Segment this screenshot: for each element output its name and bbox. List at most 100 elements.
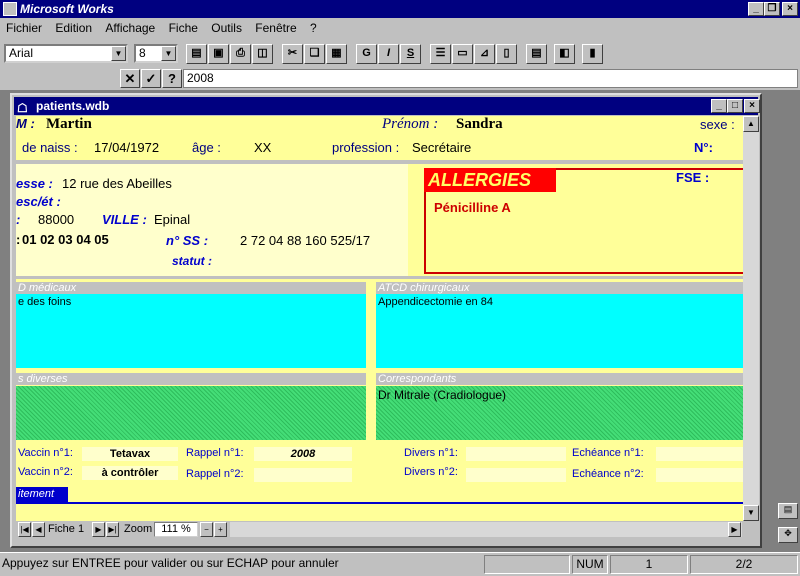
menu-fenetre[interactable]: Fenêtre: [255, 21, 296, 35]
chevron-down-icon[interactable]: ▼: [111, 46, 126, 61]
move-icon[interactable]: ✥: [778, 527, 798, 543]
divers2-label: Divers n°2:: [404, 466, 458, 478]
profession-value[interactable]: Secrétaire: [412, 140, 471, 155]
chevron-down-icon[interactable]: ▼: [161, 46, 176, 61]
size-select[interactable]: 8 ▼: [134, 44, 178, 63]
diverses-header: s diverses: [16, 373, 366, 385]
prenom-label: Prénom :: [382, 116, 439, 132]
formula-input[interactable]: 2008: [183, 69, 798, 88]
horizontal-scrollbar[interactable]: [230, 522, 742, 537]
allergies-value[interactable]: Pénicilline A: [434, 200, 511, 215]
database-icon: ☖: [17, 101, 28, 115]
vertical-scrollbar[interactable]: ▲ ▼: [743, 116, 759, 521]
nom-value[interactable]: Martin: [46, 116, 92, 133]
cp-value[interactable]: 88000: [38, 212, 74, 227]
diverses-field[interactable]: [16, 386, 366, 440]
app-title: Microsoft Works: [20, 2, 114, 16]
rappel2-label: Rappel n°2:: [186, 468, 244, 480]
design-view-icon[interactable]: ⊿: [474, 44, 495, 64]
prenom-value[interactable]: Sandra: [456, 116, 503, 133]
menu-outils[interactable]: Outils: [211, 21, 242, 35]
maximize-icon[interactable]: □: [727, 99, 743, 113]
ville-value[interactable]: Epinal: [154, 212, 190, 227]
nom-label: M :: [16, 116, 35, 131]
adresse-value[interactable]: 12 rue des Abeilles: [62, 176, 172, 191]
filter-icon[interactable]: ◧: [554, 44, 575, 64]
tel-value[interactable]: 01 02 03 04 05: [22, 232, 109, 247]
menu-affichage[interactable]: Affichage: [105, 21, 155, 35]
menu-edition[interactable]: Edition: [55, 21, 92, 35]
atcd-chir-header: ATCD chirurgicaux: [376, 282, 743, 294]
status-message: Appuyez sur ENTREE pour valider ou sur E…: [2, 556, 339, 570]
atcd-med-field[interactable]: e des foins: [16, 294, 366, 368]
confirm-button[interactable]: ✓: [141, 69, 161, 88]
bold-button[interactable]: G: [356, 44, 377, 64]
insert-record-icon[interactable]: ▤: [526, 44, 547, 64]
minimize-icon[interactable]: _: [711, 99, 727, 113]
restore-icon[interactable]: ❐: [764, 2, 780, 16]
menu-fiche[interactable]: Fiche: [169, 21, 198, 35]
minimize-icon[interactable]: _: [748, 2, 764, 16]
list-view-icon[interactable]: ☰: [430, 44, 451, 64]
paste-icon[interactable]: ▦: [326, 44, 347, 64]
ss-label: n° SS :: [166, 233, 209, 248]
zoom-in-icon[interactable]: +: [214, 522, 227, 537]
scroll-down-icon[interactable]: ▼: [743, 505, 759, 521]
cut-icon[interactable]: ✂: [282, 44, 303, 64]
traitement-header: itement: [16, 487, 68, 502]
ss-value[interactable]: 2 72 04 88 160 525/17: [240, 233, 370, 248]
italic-button[interactable]: I: [378, 44, 399, 64]
statut-label: statut :: [172, 254, 212, 268]
atcd-chir-field[interactable]: Appendicectomie en 84: [376, 294, 743, 368]
split-icon[interactable]: ▤: [778, 503, 798, 519]
document-window: ☖ patients.wdb _ □ × M : Martin Prénom :…: [10, 93, 762, 548]
echeance2-value[interactable]: [656, 468, 743, 482]
echeance1-value[interactable]: [656, 447, 743, 461]
new-icon[interactable]: ▤: [186, 44, 207, 64]
size-value: 8: [139, 46, 146, 60]
cancel-button[interactable]: ✕: [120, 69, 140, 88]
last-record-icon[interactable]: ▶|: [106, 522, 119, 537]
font-select[interactable]: Arial ▼: [4, 44, 128, 63]
zoom-out-icon[interactable]: −: [200, 522, 213, 537]
app-icon: [3, 2, 17, 16]
scroll-right-icon[interactable]: ▶: [728, 522, 741, 537]
close-icon[interactable]: ×: [782, 2, 798, 16]
scroll-up-icon[interactable]: ▲: [743, 116, 759, 132]
save-icon[interactable]: ▣: [208, 44, 229, 64]
toolbar: Arial ▼ 8 ▼ ▤ ▣ ⎙ ◫ ✂ ❏ ▦ G I S ☰ ▭ ⊿ ▯ ▤ …: [0, 40, 800, 66]
num-indicator: NUM: [572, 555, 608, 574]
divers1-value[interactable]: [466, 447, 566, 461]
record-number: 1: [610, 555, 688, 574]
correspondants-field[interactable]: Dr Mitrale (Cradiologue): [376, 386, 743, 440]
zoom-value[interactable]: 111 %: [154, 522, 198, 537]
vaccin2-value[interactable]: à contrôler: [82, 466, 178, 480]
patient-form: M : Martin Prénom : Sandra sexe : de nai…: [16, 116, 743, 521]
copy-icon[interactable]: ❏: [304, 44, 325, 64]
divers2-value[interactable]: [466, 468, 566, 482]
age-value[interactable]: XX: [254, 140, 271, 155]
preview-icon[interactable]: ◫: [252, 44, 273, 64]
document-title: patients.wdb: [36, 99, 110, 113]
naiss-value[interactable]: 17/04/1972: [94, 140, 159, 155]
atcd-med-header: D médicaux: [16, 282, 366, 294]
ville-label: VILLE :: [102, 212, 147, 227]
next-record-icon[interactable]: ▶: [92, 522, 105, 537]
print-icon[interactable]: ⎙: [230, 44, 251, 64]
rappel1-value[interactable]: 2008: [254, 447, 352, 461]
report-view-icon[interactable]: ▯: [496, 44, 517, 64]
record-label: Fiche 1: [48, 523, 85, 535]
rappel2-value[interactable]: [254, 468, 352, 482]
menu-fichier[interactable]: Fichier: [6, 21, 42, 35]
first-record-icon[interactable]: |◀: [18, 522, 31, 537]
close-icon[interactable]: ×: [744, 99, 760, 113]
sexe-label: sexe :: [700, 117, 735, 132]
prev-record-icon[interactable]: ◀: [32, 522, 45, 537]
menu-help[interactable]: ?: [310, 21, 317, 35]
record-count: 2/2: [690, 555, 798, 574]
underline-button[interactable]: S: [400, 44, 421, 64]
address-book-icon[interactable]: ▮: [582, 44, 603, 64]
vaccin1-value[interactable]: Tetavax: [82, 447, 178, 461]
form-view-icon[interactable]: ▭: [452, 44, 473, 64]
help-button[interactable]: ?: [162, 69, 182, 88]
